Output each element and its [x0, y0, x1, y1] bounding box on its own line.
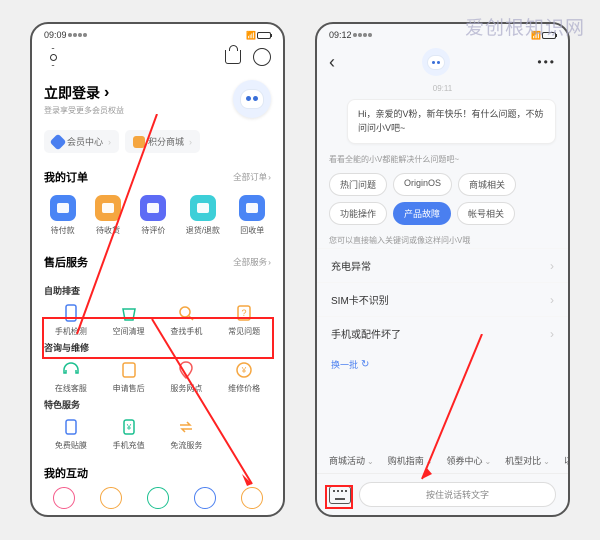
chat-timestamp: 09:11	[317, 84, 568, 93]
direct-label: 您可以直接输入关键词或像这样问小V哦	[317, 231, 568, 248]
pill-originos[interactable]: OriginOS	[393, 173, 452, 196]
battery-icon	[257, 32, 271, 39]
svc-phone-check[interactable]: 手机检测	[44, 303, 98, 337]
q-broken[interactable]: 手机或配件坏了	[317, 316, 568, 350]
order-refund[interactable]: 退货/退款	[186, 195, 220, 236]
orders-all-link[interactable]: 全部订单	[233, 171, 271, 183]
svc-freeflow[interactable]: 免流服务	[160, 417, 214, 451]
q-charging[interactable]: 充电异常	[317, 248, 568, 282]
watermark: 爱创根知识网	[465, 13, 585, 40]
settings-icon[interactable]	[44, 48, 62, 66]
bl-coupon[interactable]: 领券中心	[446, 454, 491, 467]
interact-5[interactable]	[241, 487, 263, 509]
chip-points[interactable]: 积分商城	[125, 130, 200, 153]
voice-input[interactable]: 按住说话转文字	[359, 482, 556, 507]
orders-title: 我的订单	[44, 169, 88, 185]
pill-hot[interactable]: 热门问题	[329, 173, 387, 196]
avatar[interactable]	[233, 80, 271, 118]
bl-guide[interactable]: 购机指南	[388, 454, 433, 467]
chat-bubble: Hi，亲爱的V粉，新年快乐！有什么问题，不妨问问小V吧~	[347, 99, 556, 144]
svc-location[interactable]: 服务网点	[160, 360, 214, 394]
aftersale-all-link[interactable]: 全部服务	[233, 256, 271, 268]
svc-sub-special: 特色服务	[44, 398, 271, 411]
order-pending-review[interactable]: 待评价	[140, 195, 166, 236]
cart-icon[interactable]	[225, 50, 241, 64]
svc-faq[interactable]: ?常见问题	[217, 303, 271, 337]
chip-member[interactable]: 会员中心	[44, 130, 119, 153]
pill-account[interactable]: 帐号相关	[457, 202, 515, 225]
phone-left: 09:09 📶 立即登录 登录享受更多会员权益 会员中心 积分商城 我的订单 全…	[30, 22, 285, 517]
pill-mall[interactable]: 商城相关	[458, 173, 516, 196]
search-icon[interactable]	[253, 48, 271, 66]
bl-more[interactable]: 以	[564, 454, 568, 467]
pill-function[interactable]: 功能操作	[329, 202, 387, 225]
keyboard-icon[interactable]	[329, 486, 351, 504]
interact-1[interactable]	[53, 487, 75, 509]
pill-product-fault[interactable]: 产品故障	[393, 202, 451, 225]
interact-title: 我的互动	[44, 465, 88, 481]
login-subtitle: 登录享受更多会员权益	[44, 105, 124, 116]
status-bar: 09:09 📶	[32, 24, 283, 42]
svc-price[interactable]: ¥维修价格	[217, 360, 271, 394]
phone-right: 09:12 📶 ‹ ••• 09:11 Hi，亲爱的V粉，新年快乐！有什么问题，…	[315, 22, 570, 517]
svc-sub-selfcheck: 自助排查	[44, 284, 271, 297]
svc-find[interactable]: 查找手机	[160, 303, 214, 337]
aftersale-title: 售后服务	[44, 254, 88, 270]
status-time: 09:09	[44, 30, 67, 40]
refresh-button[interactable]: 换一批	[317, 350, 568, 379]
svc-sub-consult: 咨询与维修	[44, 341, 271, 354]
login-button[interactable]: 立即登录	[44, 83, 124, 103]
svg-text:¥: ¥	[125, 423, 131, 432]
chat-avatar[interactable]	[422, 48, 450, 76]
svc-clean[interactable]: 空间清理	[102, 303, 156, 337]
svc-apply[interactable]: 申请售后	[102, 360, 156, 394]
status-time: 09:12	[329, 30, 352, 40]
svg-text:?: ?	[242, 308, 247, 318]
order-recycle[interactable]: 回收单	[239, 195, 265, 236]
interact-4[interactable]	[194, 487, 216, 509]
more-button[interactable]: •••	[537, 55, 556, 69]
back-button[interactable]: ‹	[329, 52, 335, 73]
interact-2[interactable]	[100, 487, 122, 509]
svc-online-service[interactable]: 在线客服	[44, 360, 98, 394]
order-pending-receive[interactable]: 待收货	[95, 195, 121, 236]
svc-recharge[interactable]: ¥手机充值	[102, 417, 156, 451]
q-sim[interactable]: SIM卡不识别	[317, 282, 568, 316]
interact-3[interactable]	[147, 487, 169, 509]
bl-activity[interactable]: 商城活动	[329, 454, 374, 467]
bl-compare[interactable]: 机型对比	[505, 454, 550, 467]
help-label: 看看全能的小V都能解决什么问题吧~	[317, 152, 568, 167]
svg-text:¥: ¥	[241, 366, 247, 375]
order-pending-pay[interactable]: 待付款	[50, 195, 76, 236]
svc-film[interactable]: 免费贴膜	[44, 417, 98, 451]
